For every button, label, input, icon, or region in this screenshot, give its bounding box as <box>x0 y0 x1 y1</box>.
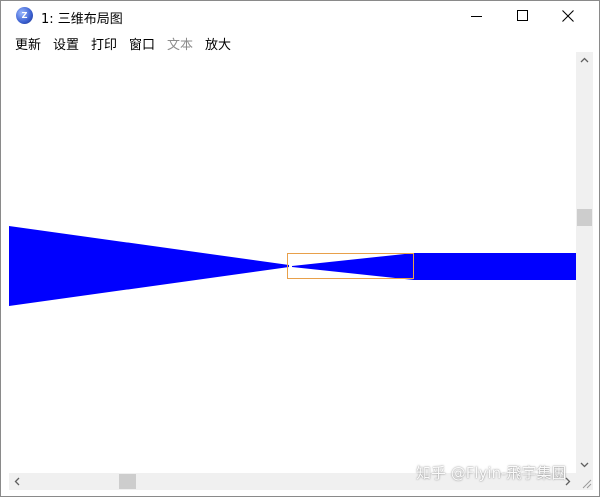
scroll-left-button[interactable] <box>9 473 26 490</box>
menu-settings[interactable]: 设置 <box>53 34 79 53</box>
chevron-up-icon <box>580 57 589 63</box>
menu-window[interactable]: 窗口 <box>129 34 155 53</box>
left-taper-shape[interactable] <box>9 226 289 306</box>
maximize-button[interactable] <box>499 1 545 31</box>
resize-grip-icon <box>582 479 592 489</box>
close-button[interactable] <box>545 1 591 31</box>
waveguide-rect-shape[interactable] <box>414 253 576 280</box>
menu-zoom[interactable]: 放大 <box>205 34 231 53</box>
resize-grip[interactable] <box>576 473 593 490</box>
layout-canvas[interactable] <box>9 52 576 473</box>
app-logo-icon[interactable]: Z <box>16 7 33 24</box>
scroll-up-button[interactable] <box>576 52 593 69</box>
layout-drawing[interactable] <box>9 52 576 473</box>
vertical-scrollbar[interactable] <box>576 52 593 473</box>
vertical-scroll-thumb[interactable] <box>577 209 592 226</box>
menu-bar: 更新 设置 打印 窗口 文本 放大 <box>1 31 599 53</box>
chevron-left-icon <box>14 477 20 486</box>
menu-print[interactable]: 打印 <box>91 34 117 53</box>
app-window: Z 1: 三维布局图 更新 设置 打印 窗口 文本 放大 知乎 @Flyin-飛… <box>0 0 600 497</box>
chevron-down-icon <box>580 462 589 468</box>
window-title: 1: 三维布局图 <box>41 12 123 27</box>
right-taper-shape[interactable] <box>292 253 414 280</box>
minimize-button[interactable] <box>453 1 499 31</box>
scroll-down-button[interactable] <box>576 456 593 473</box>
watermark-text: 知乎 @Flyin-飛宇集團 <box>416 464 567 482</box>
close-icon <box>562 10 574 22</box>
title-bar[interactable]: Z 1: 三维布局图 <box>1 1 599 31</box>
menu-text[interactable]: 文本 <box>167 34 193 53</box>
horizontal-scroll-thumb[interactable] <box>119 474 136 489</box>
menu-update[interactable]: 更新 <box>15 34 41 53</box>
